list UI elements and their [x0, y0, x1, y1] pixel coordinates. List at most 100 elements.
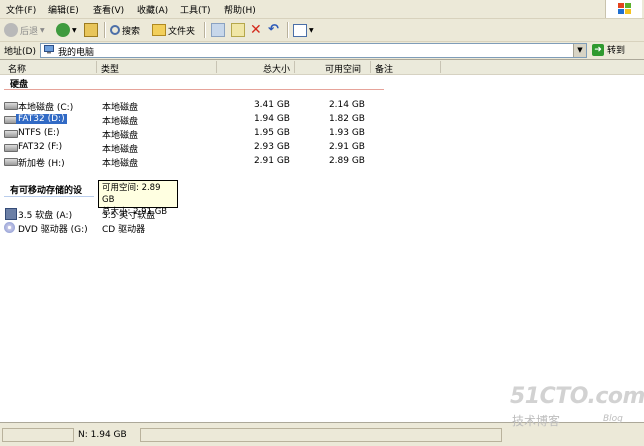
folder-icon	[152, 24, 166, 36]
drive-total-size: 1.94 GB	[253, 114, 290, 124]
column-divider[interactable]	[96, 61, 97, 73]
my-computer-icon	[44, 45, 54, 54]
windows-flag-icon	[618, 3, 631, 14]
drive-row-d[interactable]: FAT32 (D:) 本地磁盘 1.94 GB 1.82 GB	[0, 113, 440, 127]
drive-free-space: 2.91 GB	[328, 142, 365, 152]
group-divider	[4, 196, 94, 197]
drive-name-selected: FAT32 (D:)	[16, 114, 67, 124]
group-divider	[4, 89, 384, 90]
move-to-icon	[211, 23, 225, 37]
address-value: 我的电脑	[58, 48, 95, 58]
hard-disk-icon	[4, 102, 18, 110]
copy-to-button[interactable]	[231, 22, 245, 38]
views-icon	[293, 23, 307, 37]
back-dropdown-icon: ▼	[40, 26, 45, 34]
views-button[interactable]: ▼	[293, 22, 314, 38]
move-to-button[interactable]	[211, 22, 225, 38]
column-header-comments[interactable]: 备注	[375, 62, 393, 75]
drive-row-g[interactable]: DVD 驱动器 (G:) CD 驱动器	[0, 221, 440, 235]
drive-row-a[interactable]: 3.5 软盘 (A:) 3.5 英寸软盘	[0, 207, 440, 221]
menu-file[interactable]: 文件(F)	[6, 3, 36, 16]
menu-tools[interactable]: 工具(T)	[180, 3, 211, 16]
address-label: 地址(D)	[4, 47, 36, 57]
drive-type: 本地磁盘	[102, 145, 139, 155]
drive-free-space: 2.14 GB	[328, 100, 365, 110]
column-divider[interactable]	[440, 61, 441, 73]
drive-name: 3.5 软盘 (A:)	[18, 211, 73, 221]
drive-type: 本地磁盘	[102, 159, 139, 169]
column-divider[interactable]	[216, 61, 217, 73]
menu-favorites[interactable]: 收藏(A)	[137, 3, 168, 16]
forward-arrow-icon	[56, 23, 70, 37]
forward-dropdown-icon: ▼	[72, 26, 77, 34]
back-button[interactable]: 后退 ▼	[4, 22, 45, 38]
address-dropdown-icon[interactable]: ▼	[573, 44, 586, 57]
forward-button[interactable]: ▼	[56, 22, 77, 38]
address-input[interactable]: 我的电脑 ▼	[40, 43, 587, 58]
search-label: 搜索	[122, 26, 141, 37]
drive-name: DVD 驱动器 (G:)	[18, 225, 88, 235]
undo-button[interactable]: ↶	[268, 22, 279, 38]
drive-row-h[interactable]: 新加卷 (H:) 本地磁盘 2.91 GB 2.89 GB	[0, 155, 440, 169]
column-divider[interactable]	[370, 61, 371, 73]
file-list-view: 名称 类型 总大小 可用空间 备注 硬盘 本地磁盘 (C:) 本地磁盘 3.41…	[0, 59, 644, 422]
watermark-logo: 51CTO.com	[510, 384, 644, 409]
column-divider[interactable]	[294, 61, 295, 73]
drive-free-space: 2.89 GB	[328, 156, 365, 166]
windows-logo	[605, 0, 642, 18]
undo-icon: ↶	[268, 22, 279, 37]
drive-total-size: 2.93 GB	[253, 142, 290, 152]
hard-disk-icon	[4, 158, 18, 166]
drive-tooltip: 可用空间: 2.89 GB 总大小: 2.91 GB	[98, 180, 178, 217]
go-button[interactable]: ➜ 转到	[592, 42, 642, 57]
folders-button[interactable]: 文件夹	[152, 22, 195, 38]
column-header-free-space[interactable]: 可用空间	[325, 62, 361, 75]
search-button[interactable]: 搜索	[110, 22, 140, 38]
status-panel	[2, 428, 74, 442]
search-icon	[110, 25, 120, 35]
explorer-window: 文件(F) 编辑(E) 查看(V) 收藏(A) 工具(T) 帮助(H) 后退 ▼…	[0, 0, 644, 446]
toolbar-separator	[104, 22, 106, 38]
copy-to-icon	[231, 23, 245, 37]
drive-total-size: 3.41 GB	[253, 100, 290, 110]
drive-row-f[interactable]: FAT32 (F:) 本地磁盘 2.93 GB 2.91 GB	[0, 141, 440, 155]
status-panel	[140, 428, 502, 442]
menu-view[interactable]: 查看(V)	[93, 3, 124, 16]
address-bar: 地址(D) 我的电脑 ▼ ➜ 转到	[0, 42, 644, 58]
drive-type: CD 驱动器	[102, 225, 146, 235]
floppy-icon	[5, 208, 17, 220]
toolbar-separator	[287, 22, 289, 38]
tooltip-free-space: 可用空间: 2.89 GB	[102, 183, 161, 205]
drive-name: 新加卷 (H:)	[18, 159, 65, 169]
drive-type: 本地磁盘	[102, 131, 139, 141]
menu-help[interactable]: 帮助(H)	[224, 3, 256, 16]
back-arrow-icon	[4, 23, 18, 37]
drive-name: FAT32 (F:)	[18, 142, 63, 152]
drive-type: 本地磁盘	[102, 117, 139, 127]
folders-label: 文件夹	[168, 26, 196, 37]
hard-disk-icon	[4, 144, 18, 152]
menu-bar: 文件(F) 编辑(E) 查看(V) 收藏(A) 工具(T) 帮助(H)	[0, 0, 644, 19]
drive-name: 本地磁盘 (C:)	[18, 103, 74, 113]
up-button[interactable]	[84, 22, 98, 38]
column-header-total-size[interactable]: 总大小	[263, 62, 290, 75]
views-dropdown-icon: ▼	[309, 26, 314, 34]
delete-button[interactable]: ✕	[250, 22, 262, 38]
drive-total-size: 1.95 GB	[253, 128, 290, 138]
drive-row-e[interactable]: NTFS (E:) 本地磁盘 1.95 GB 1.93 GB	[0, 127, 440, 141]
drive-free-space: 1.93 GB	[328, 128, 365, 138]
go-arrow-icon: ➜	[592, 43, 604, 56]
drive-name: NTFS (E:)	[18, 128, 60, 138]
column-header-type[interactable]: 类型	[101, 62, 119, 75]
toolbar-separator	[204, 22, 206, 38]
column-header-name[interactable]: 名称	[8, 62, 26, 75]
drive-row-c[interactable]: 本地磁盘 (C:) 本地磁盘 3.41 GB 2.14 GB	[0, 99, 440, 113]
folder-up-icon	[84, 23, 98, 37]
drive-free-space: 1.82 GB	[328, 114, 365, 124]
toolbar: 后退 ▼ ▼ 搜索 文件夹 ✕ ↶ ▼	[0, 19, 644, 42]
hard-disk-icon	[4, 130, 18, 138]
column-headers: 名称 类型 总大小 可用空间 备注	[0, 60, 644, 75]
menu-edit[interactable]: 编辑(E)	[48, 3, 79, 16]
drive-total-size: 2.91 GB	[253, 156, 290, 166]
delete-x-icon: ✕	[250, 22, 262, 38]
